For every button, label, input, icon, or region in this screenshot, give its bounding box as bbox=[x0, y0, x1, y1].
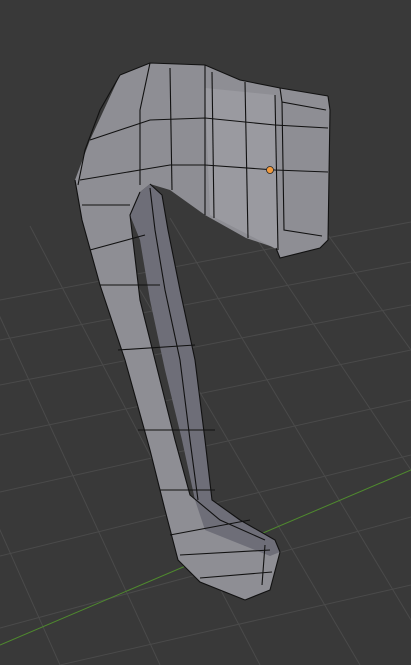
floor-grid bbox=[0, 209, 411, 665]
3d-viewport[interactable] bbox=[0, 0, 411, 665]
viewport-canvas[interactable] bbox=[0, 0, 411, 665]
object-origin-icon[interactable] bbox=[266, 166, 274, 174]
mesh-object[interactable] bbox=[74, 62, 331, 601]
